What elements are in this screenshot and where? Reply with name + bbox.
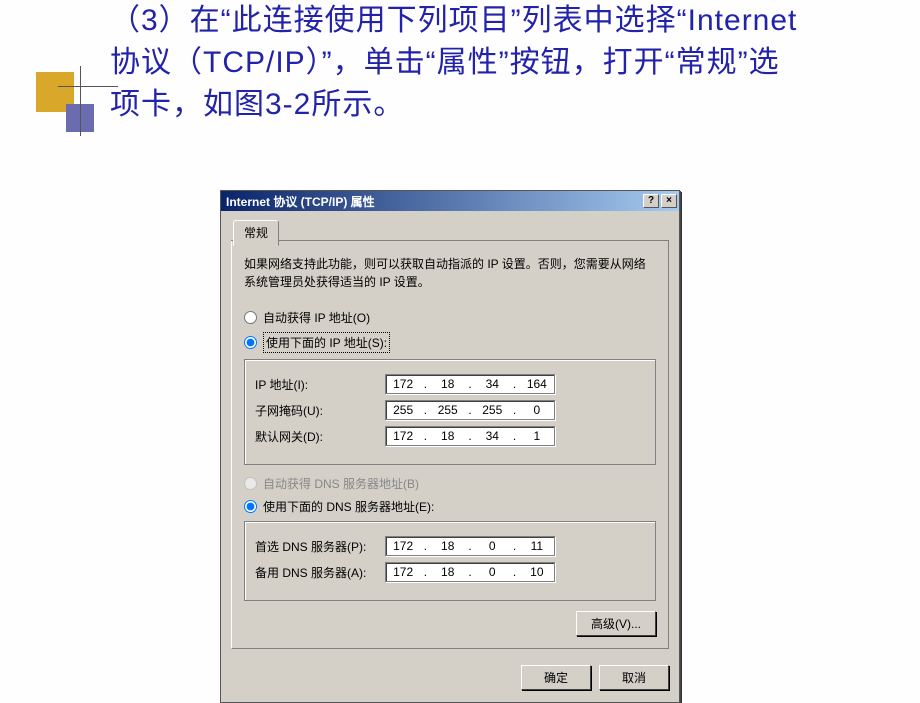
dialog-titlebar[interactable]: Internet 协议 (TCP/IP) 属性 ? × — [221, 191, 679, 211]
preferred-dns-input[interactable]: 172. 18. 0. 11 — [385, 536, 555, 556]
tab-strip: 常规 — [231, 219, 669, 241]
field-ip-address: IP 地址(I): 172. 18. 34. 164 — [255, 374, 645, 394]
dialog-button-bar: 确定 取消 — [221, 659, 679, 702]
tab-panel-general: 如果网络支持此功能，则可以获取自动指派的 IP 设置。否则，您需要从网络系统管理… — [231, 241, 669, 649]
radio-auto-ip-input[interactable] — [244, 311, 257, 324]
advanced-button[interactable]: 高级(V)... — [576, 611, 656, 636]
tcpip-properties-dialog: Internet 协议 (TCP/IP) 属性 ? × 常规 如果网络支持此功能… — [220, 190, 680, 703]
field-preferred-dns: 首选 DNS 服务器(P): 172. 18. 0. 11 — [255, 536, 645, 556]
cancel-button[interactable]: 取消 — [599, 665, 669, 690]
tab-general[interactable]: 常规 — [233, 220, 279, 246]
default-gateway-input[interactable]: 172. 18. 34. 1 — [385, 426, 555, 446]
dialog-body: 常规 如果网络支持此功能，则可以获取自动指派的 IP 设置。否则，您需要从网络系… — [221, 211, 679, 659]
ok-button[interactable]: 确定 — [521, 665, 591, 690]
radio-auto-ip[interactable]: 自动获得 IP 地址(O) — [244, 309, 656, 326]
subnet-mask-input[interactable]: 255. 255. 255. 0 — [385, 400, 555, 420]
ip-radio-section: 自动获得 IP 地址(O) 使用下面的 IP 地址(S): — [244, 309, 656, 353]
info-text: 如果网络支持此功能，则可以获取自动指派的 IP 设置。否则，您需要从网络系统管理… — [244, 255, 656, 291]
dns-radio-section: 自动获得 DNS 服务器地址(B) 使用下面的 DNS 服务器地址(E): — [244, 475, 656, 515]
field-alternate-dns: 备用 DNS 服务器(A): 172. 18. 0. 10 — [255, 562, 645, 582]
radio-auto-dns-input — [244, 477, 257, 490]
radio-manual-dns[interactable]: 使用下面的 DNS 服务器地址(E): — [244, 498, 656, 515]
field-subnet-mask: 子网掩码(U): 255. 255. 255. 0 — [255, 400, 645, 420]
close-button[interactable]: × — [661, 194, 677, 208]
dialog-title: Internet 协议 (TCP/IP) 属性 — [226, 193, 641, 210]
help-button[interactable]: ? — [643, 194, 659, 208]
radio-manual-ip-input[interactable] — [244, 336, 257, 349]
radio-manual-ip[interactable]: 使用下面的 IP 地址(S): — [244, 332, 656, 353]
radio-manual-dns-input[interactable] — [244, 500, 257, 513]
alternate-dns-input[interactable]: 172. 18. 0. 10 — [385, 562, 555, 582]
ip-address-input[interactable]: 172. 18. 34. 164 — [385, 374, 555, 394]
ip-fields-group: IP 地址(I): 172. 18. 34. 164 子网掩码(U): 255.… — [244, 359, 656, 465]
slide-instruction-text: （3）在“此连接使用下列项目”列表中选择“Internet协议（TCP/IP）”… — [0, 0, 920, 126]
dns-fields-group: 首选 DNS 服务器(P): 172. 18. 0. 11 备用 DNS 服务器… — [244, 521, 656, 601]
radio-auto-dns: 自动获得 DNS 服务器地址(B) — [244, 475, 656, 492]
field-default-gateway: 默认网关(D): 172. 18. 34. 1 — [255, 426, 645, 446]
advanced-row: 高级(V)... — [244, 611, 656, 636]
